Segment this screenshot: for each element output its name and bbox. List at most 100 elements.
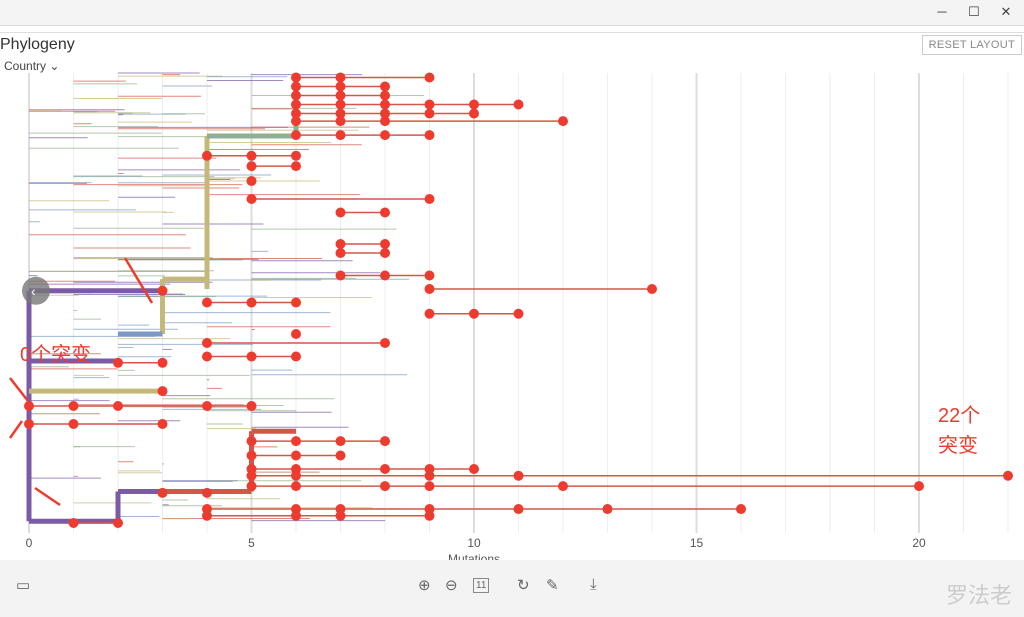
tip[interactable]: [424, 130, 435, 141]
tip[interactable]: [513, 99, 524, 110]
minimize-button[interactable]: ─: [932, 4, 952, 19]
rotate-icon[interactable]: ↻: [517, 576, 530, 594]
tip[interactable]: [335, 270, 346, 281]
reset-layout-button[interactable]: RESET LAYOUT: [921, 35, 1022, 55]
tip[interactable]: [68, 518, 79, 528]
tip[interactable]: [291, 116, 301, 127]
tip[interactable]: [558, 116, 568, 127]
tip[interactable]: [246, 194, 257, 204]
tip[interactable]: [914, 481, 924, 492]
tip[interactable]: [380, 90, 390, 101]
tip[interactable]: [469, 308, 479, 319]
tip[interactable]: [380, 481, 390, 492]
fit-icon[interactable]: 11: [473, 578, 490, 593]
tip[interactable]: [291, 150, 301, 161]
tip[interactable]: [513, 470, 524, 481]
tip[interactable]: [246, 481, 257, 492]
tip[interactable]: [424, 470, 435, 481]
tip[interactable]: [202, 401, 212, 411]
tip[interactable]: [335, 81, 346, 92]
tip[interactable]: [291, 510, 301, 521]
tip[interactable]: [380, 116, 390, 127]
tip[interactable]: [246, 436, 257, 447]
tip[interactable]: [380, 270, 390, 281]
tip[interactable]: [380, 338, 390, 348]
tip[interactable]: [335, 436, 346, 447]
tip[interactable]: [291, 297, 301, 308]
tip[interactable]: [469, 99, 479, 110]
color-by-dropdown[interactable]: Country ⌄: [4, 59, 59, 73]
tip[interactable]: [68, 419, 79, 429]
tip[interactable]: [335, 99, 346, 110]
tip[interactable]: [1003, 470, 1013, 481]
tip[interactable]: [424, 481, 435, 492]
tip[interactable]: [335, 72, 346, 83]
tip[interactable]: [246, 297, 257, 308]
tip[interactable]: [291, 470, 301, 481]
tip[interactable]: [113, 518, 123, 528]
tip[interactable]: [246, 161, 257, 172]
tip[interactable]: [157, 419, 168, 429]
tip[interactable]: [157, 285, 168, 296]
tip[interactable]: [246, 150, 257, 161]
tip[interactable]: [202, 351, 212, 362]
tip[interactable]: [202, 297, 212, 308]
phylogeny-tree[interactable]: 0 5 10 15 20Mutations‹: [0, 33, 1024, 561]
tip[interactable]: [380, 248, 390, 258]
tip[interactable]: [424, 270, 435, 281]
tip[interactable]: [157, 386, 168, 397]
tip[interactable]: [380, 130, 390, 141]
tip[interactable]: [602, 504, 613, 515]
layout-icon[interactable]: ▭: [16, 576, 30, 594]
tip[interactable]: [380, 436, 390, 447]
tip[interactable]: [335, 90, 346, 101]
tip[interactable]: [335, 239, 346, 249]
tip[interactable]: [24, 419, 34, 429]
tip[interactable]: [335, 116, 346, 127]
zoom-out-icon[interactable]: ⊖: [445, 576, 458, 594]
tip[interactable]: [291, 351, 301, 362]
tip[interactable]: [380, 99, 390, 110]
tip[interactable]: [513, 308, 524, 319]
tip[interactable]: [113, 401, 123, 411]
tip[interactable]: [202, 510, 212, 521]
tip[interactable]: [335, 130, 346, 141]
tip[interactable]: [380, 239, 390, 249]
tip[interactable]: [246, 351, 257, 362]
tip[interactable]: [202, 150, 212, 161]
tip[interactable]: [291, 329, 301, 339]
edit-icon[interactable]: ✎: [546, 576, 559, 594]
tip[interactable]: [246, 450, 257, 461]
tip[interactable]: [424, 194, 435, 204]
tip[interactable]: [558, 481, 568, 492]
tip[interactable]: [424, 99, 435, 110]
tip[interactable]: [736, 504, 746, 515]
close-button[interactable]: ✕: [996, 4, 1016, 20]
tip[interactable]: [291, 99, 301, 110]
tip[interactable]: [469, 108, 479, 119]
tip[interactable]: [202, 487, 212, 498]
tip[interactable]: [291, 436, 301, 447]
tip[interactable]: [513, 504, 524, 515]
tip[interactable]: [246, 401, 257, 411]
zoom-in-icon[interactable]: ⊕: [418, 576, 431, 594]
tip[interactable]: [647, 284, 657, 294]
tip[interactable]: [68, 401, 79, 411]
tip[interactable]: [202, 338, 212, 348]
tip[interactable]: [424, 308, 435, 319]
tip[interactable]: [291, 72, 301, 83]
tip[interactable]: [291, 450, 301, 461]
tip[interactable]: [157, 487, 168, 498]
tip[interactable]: [424, 72, 435, 83]
tip[interactable]: [424, 510, 435, 521]
tip[interactable]: [157, 357, 168, 368]
tip[interactable]: [424, 284, 435, 294]
tip[interactable]: [291, 90, 301, 101]
maximize-button[interactable]: ☐: [964, 4, 984, 20]
tip[interactable]: [246, 176, 257, 186]
tip[interactable]: [335, 207, 346, 218]
tip[interactable]: [424, 108, 435, 119]
tip[interactable]: [24, 401, 34, 411]
tip[interactable]: [291, 161, 301, 172]
tip[interactable]: [380, 81, 390, 92]
